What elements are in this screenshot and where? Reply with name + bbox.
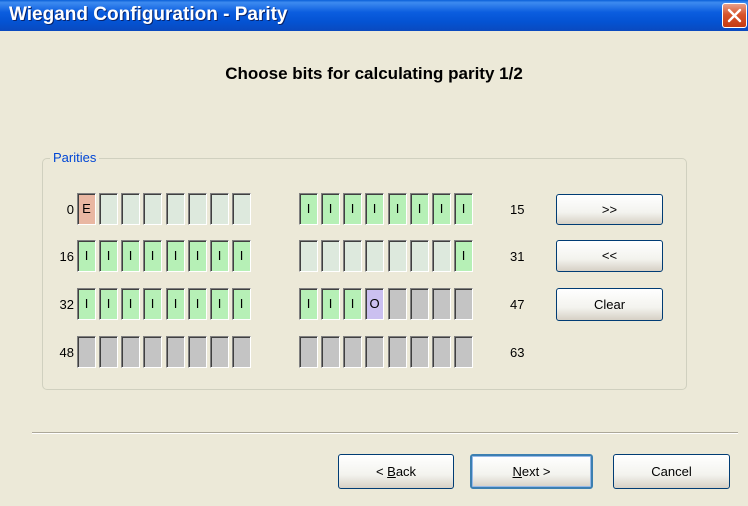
window-title: Wiegand Configuration - Parity — [9, 4, 288, 25]
footer-separator — [32, 432, 738, 434]
parity-bit-cell[interactable]: I — [188, 240, 207, 272]
parity-bit-cell[interactable]: I — [454, 240, 473, 272]
parity-bit-cell[interactable]: I — [321, 288, 340, 320]
row-start-label: 0 — [66, 202, 74, 217]
row-end-label: 47 — [510, 297, 525, 312]
parity-bit-cell — [210, 336, 229, 368]
parity-bit-cell[interactable]: I — [343, 193, 362, 225]
next-label-accelerator: N — [512, 464, 522, 479]
parity-bit-cell[interactable] — [210, 193, 229, 225]
parity-bit-cell[interactable]: I — [299, 193, 318, 225]
parity-bit-cell[interactable]: I — [77, 288, 96, 320]
parity-bit-cell — [432, 288, 451, 320]
parity-bit-cell — [143, 336, 162, 368]
parity-bit-cell[interactable] — [188, 193, 207, 225]
parity-bit-cell[interactable] — [343, 240, 362, 272]
parity-bit-cell — [121, 336, 140, 368]
parity-bit-cell[interactable]: O — [365, 288, 384, 320]
next-label-rest: ext > — [521, 464, 551, 479]
next-bits-button[interactable]: >> — [556, 194, 663, 225]
parity-bit-cell — [365, 336, 384, 368]
parity-bit-cell — [77, 336, 96, 368]
next-button[interactable]: Next > — [470, 454, 593, 489]
parity-bit-cell[interactable]: I — [121, 240, 140, 272]
row-end-label: 15 — [510, 202, 525, 217]
previous-bits-label: << — [601, 248, 618, 263]
cancel-label: Cancel — [651, 464, 692, 479]
parity-bit-cell[interactable]: I — [99, 288, 118, 320]
parity-bit-cell — [410, 288, 429, 320]
row-start-label: 16 — [59, 249, 74, 264]
back-label-rest: ack — [395, 464, 417, 479]
parity-bit-cell — [388, 288, 407, 320]
parity-bit-cell[interactable] — [99, 193, 118, 225]
parity-bit-cell — [188, 336, 207, 368]
parity-bit-cell[interactable]: I — [210, 240, 229, 272]
back-button[interactable]: < Back — [338, 454, 454, 489]
row-start-label: 48 — [59, 345, 74, 360]
parity-bit-cell[interactable] — [365, 240, 384, 272]
parity-bit-cell — [343, 336, 362, 368]
previous-bits-button[interactable]: << — [556, 240, 663, 272]
parity-bit-cell[interactable]: I — [365, 193, 384, 225]
parity-bit-cell[interactable] — [121, 193, 140, 225]
parity-bit-cell[interactable] — [432, 240, 451, 272]
row-start-label: 32 — [59, 297, 74, 312]
parity-bit-cell[interactable]: I — [232, 240, 251, 272]
parity-bit-cell[interactable] — [321, 240, 340, 272]
next-bits-label: >> — [601, 202, 618, 217]
parity-bit-cell[interactable]: I — [166, 240, 185, 272]
parity-bit-cell[interactable]: I — [121, 288, 140, 320]
parity-bit-cell[interactable]: I — [343, 288, 362, 320]
parity-bit-cell[interactable] — [232, 193, 251, 225]
back-label-accelerator: B — [387, 464, 396, 479]
parity-bit-cell[interactable]: E — [77, 193, 96, 225]
parity-bit-cell[interactable]: I — [143, 240, 162, 272]
parity-bit-cell — [232, 336, 251, 368]
parity-bit-cell[interactable]: I — [143, 288, 162, 320]
parity-bit-cell — [388, 336, 407, 368]
clear-label: Clear — [593, 297, 626, 312]
parity-bit-cell — [299, 336, 318, 368]
close-button[interactable] — [722, 3, 747, 28]
parity-bit-cell[interactable] — [388, 240, 407, 272]
page-heading: Choose bits for calculating parity 1/2 — [225, 64, 523, 83]
parity-bit-cell[interactable]: I — [321, 193, 340, 225]
parity-bit-cell[interactable] — [143, 193, 162, 225]
parity-bit-cell — [99, 336, 118, 368]
parity-bit-cell[interactable]: I — [166, 288, 185, 320]
close-icon — [727, 8, 742, 23]
parity-bit-cell — [410, 336, 429, 368]
parity-bit-cell[interactable]: I — [299, 288, 318, 320]
parity-bit-cell[interactable] — [299, 240, 318, 272]
parity-bit-cell[interactable]: I — [454, 193, 473, 225]
parity-bit-cell — [432, 336, 451, 368]
back-label-prefix: < — [375, 464, 388, 479]
parity-bit-cell[interactable]: I — [232, 288, 251, 320]
parity-bit-cell[interactable]: I — [432, 193, 451, 225]
parity-bit-cell[interactable]: I — [388, 193, 407, 225]
parity-bit-cell — [321, 336, 340, 368]
parity-bit-cell — [166, 336, 185, 368]
row-end-label: 31 — [510, 249, 525, 264]
row-end-label: 63 — [510, 345, 525, 360]
parity-bit-cell[interactable]: I — [77, 240, 96, 272]
parities-group-label: Parities — [50, 150, 100, 165]
parity-bit-cell — [454, 336, 473, 368]
parity-bit-cell[interactable] — [410, 240, 429, 272]
cancel-button[interactable]: Cancel — [613, 454, 730, 489]
parity-bit-cell[interactable]: I — [210, 288, 229, 320]
parity-bit-cell — [454, 288, 473, 320]
parity-bit-cell[interactable]: I — [410, 193, 429, 225]
parity-bit-cell[interactable] — [166, 193, 185, 225]
title-bar[interactable]: Wiegand Configuration - Parity — [0, 0, 748, 31]
clear-button[interactable]: Clear — [556, 288, 663, 321]
parity-bit-cell[interactable]: I — [99, 240, 118, 272]
parity-bit-cell[interactable]: I — [188, 288, 207, 320]
